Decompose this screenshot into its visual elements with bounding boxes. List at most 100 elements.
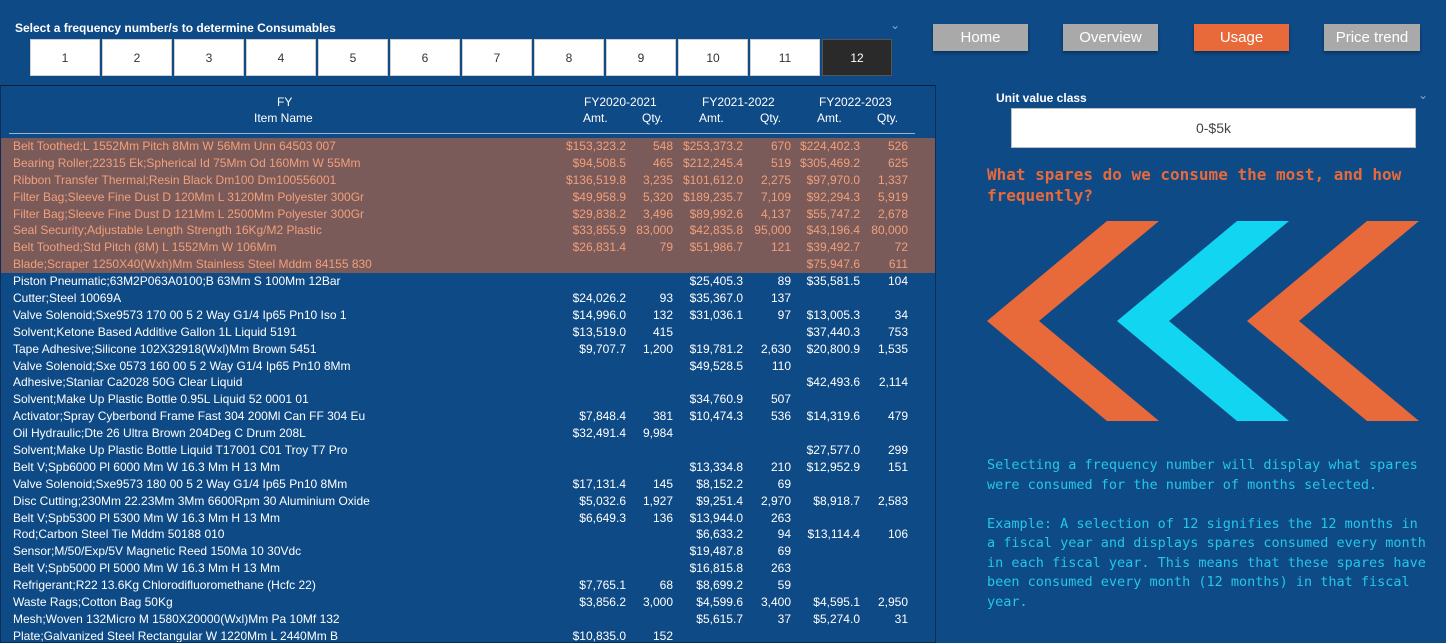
amount-cell: $20,800.9 — [806, 341, 860, 356]
frequency-option-6[interactable]: 6 — [390, 39, 460, 76]
table-row[interactable]: Seal Security;Adjustable Length Strength… — [1, 222, 935, 240]
quantity-cell: 4,137 — [760, 206, 791, 221]
quantity-cell: 753 — [887, 324, 908, 339]
table-row[interactable]: Oil Hydraulic;Dte 26 Ultra Brown 204Deg … — [1, 425, 935, 442]
amount-cell: $35,367.0 — [689, 291, 743, 306]
table-row[interactable]: Valve Solenoid;Sxe9573 180 00 5 2 Way G1… — [1, 476, 935, 493]
amount-cell: $253,373.2 — [682, 139, 743, 153]
table-row[interactable]: Activator;Spray Cyberbond Frame Fast 304… — [1, 408, 935, 425]
quantity-cell: 95,000 — [754, 223, 791, 238]
item-name-header[interactable]: Item Name — [254, 111, 313, 125]
home-button[interactable]: Home — [933, 24, 1028, 51]
frequency-option-2[interactable]: 2 — [102, 39, 172, 76]
quantity-cell: 79 — [659, 240, 673, 255]
quantity-cell: 3,235 — [642, 172, 673, 187]
table-row[interactable]: Ribbon Transfer Thermal;Resin Black Dm10… — [1, 171, 935, 189]
frequency-option-8[interactable]: 8 — [534, 39, 604, 76]
quantity-cell: 2,950 — [877, 595, 908, 610]
amount-cell: $32,491.4 — [572, 426, 626, 441]
frequency-option-4[interactable]: 4 — [246, 39, 316, 76]
table-row[interactable]: Solvent;Make Up Plastic Bottle 0.95L Liq… — [1, 391, 935, 408]
frequency-option-3[interactable]: 3 — [174, 39, 244, 76]
back-chevrons-graphic — [987, 221, 1419, 421]
frequency-option-12[interactable]: 12 — [822, 39, 892, 76]
frequency-option-5[interactable]: 5 — [318, 39, 388, 76]
item-name-cell: Filter Bag;Sleeve Fine Dust D 120Mm L 31… — [13, 189, 365, 204]
table-row[interactable]: Piston Pneumatic;63M2P063A0100;B 63Mm S … — [1, 273, 935, 290]
table-row[interactable]: Mesh;Woven 132Micro M 1580X20000(Wxl)Mm … — [1, 611, 935, 628]
table-row[interactable]: Belt V;Spb5000 Pl 5000 Mm W 16.3 Mm H 13… — [1, 560, 935, 577]
table-row[interactable]: Belt V;Spb6000 Pl 6000 Mm W 16.3 Mm H 13… — [1, 459, 935, 476]
frequency-option-7[interactable]: 7 — [462, 39, 532, 76]
table-row[interactable]: Belt Toothed;L 1552Mm Pitch 8Mm W 56Mm U… — [1, 138, 935, 155]
table-row[interactable]: Sensor;M/50/Exp/5V Magnetic Reed 150Ma 1… — [1, 543, 935, 560]
quantity-cell: 536 — [770, 409, 791, 424]
consumables-table: FY Item Name FY2020-2021 FY2021-2022 FY2… — [0, 85, 936, 643]
item-name-cell: Valve Solenoid;Sxe9573 170 00 5 2 Way G1… — [13, 307, 347, 322]
table-row[interactable]: Adhesive;Staniar Ca2028 50G Clear Liquid… — [1, 374, 935, 391]
table-row[interactable]: Filter Bag;Sleeve Fine Dust D 120Mm L 31… — [1, 188, 935, 206]
usage-button[interactable]: Usage — [1194, 24, 1289, 51]
unit-value-select[interactable]: 0-$5k — [1011, 108, 1416, 148]
amount-cell: $49,528.5 — [689, 358, 743, 373]
amt-header-1[interactable]: Amt. — [583, 111, 608, 125]
table-row[interactable]: Solvent;Ketone Based Additive Gallon 1L … — [1, 324, 935, 341]
amount-cell: $6,633.2 — [696, 527, 743, 542]
quantity-cell: 69 — [777, 544, 791, 559]
frequency-option-1[interactable]: 1 — [30, 39, 100, 76]
table-row[interactable]: Filter Bag;Sleeve Fine Dust D 121Mm L 25… — [1, 205, 935, 223]
quantity-cell: 299 — [887, 443, 908, 458]
table-row[interactable]: Cutter;Steel 10069A $24,026.2 93 $35,367.0 1… — [1, 290, 935, 307]
table-row[interactable]: Belt Toothed;Std Pitch (8M) L 1552Mm W 1… — [1, 239, 935, 257]
qty-header-2[interactable]: Qty. — [760, 111, 781, 125]
table-row[interactable]: Belt V;Spb5300 Pl 5300 Mm W 16.3 Mm H 13… — [1, 510, 935, 527]
table-row[interactable]: Refrigerant;R22 13.6Kg Chlorodifluoromet… — [1, 577, 935, 594]
table-row[interactable]: Rod;Carbon Steel Tie Mddm 50188 010 $6,63… — [1, 526, 935, 543]
amount-cell: $26,831.4 — [572, 240, 626, 255]
overview-button[interactable]: Overview — [1063, 24, 1158, 51]
amount-cell: $9,251.4 — [696, 493, 743, 508]
table-row[interactable]: Valve Solenoid;Sxe9573 170 00 5 2 Way G1… — [1, 307, 935, 324]
amt-header-2[interactable]: Amt. — [699, 111, 724, 125]
quantity-cell: 2,678 — [877, 206, 908, 221]
amount-cell: $13,944.0 — [689, 510, 743, 525]
price-trend-button[interactable]: Price trend — [1324, 24, 1420, 51]
item-name-cell: Ribbon Transfer Thermal;Resin Black Dm10… — [13, 172, 337, 187]
quantity-cell: 2,114 — [878, 375, 908, 390]
quantity-cell: 526 — [887, 139, 908, 153]
table-row[interactable]: Plate;Galvanized Steel Rectangular W 122… — [1, 628, 935, 642]
table-row[interactable]: Waste Rags;Cotton Bag 50Kg $3,856.2 3,000 $… — [1, 594, 935, 611]
amount-cell: $92,294.3 — [806, 189, 860, 204]
item-name-cell: Solvent;Make Up Plastic Bottle Liquid T1… — [13, 443, 348, 458]
quantity-cell: 59 — [777, 578, 791, 593]
table-row[interactable]: Blade;Scraper 1250X40(Wxh)Mm Stainless S… — [1, 256, 935, 274]
frequency-option-11[interactable]: 11 — [750, 39, 820, 76]
table-row[interactable]: Solvent;Make Up Plastic Bottle Liquid T1… — [1, 442, 935, 459]
table-row[interactable]: Valve Solenoid;Sxe 0573 160 00 5 2 Way G… — [1, 358, 935, 375]
fy2022-header: FY2022-2023 — [819, 95, 892, 109]
chevron-down-icon[interactable]: ⌄ — [890, 18, 900, 32]
amt-header-3[interactable]: Amt. — [817, 111, 842, 125]
amount-cell: $17,131.4 — [572, 476, 626, 491]
amount-cell: $19,781.2 — [689, 341, 743, 356]
amount-cell: $51,986.7 — [689, 240, 743, 255]
quantity-cell: 72 — [894, 240, 908, 255]
item-name-cell: Belt V;Spb5000 Pl 5000 Mm W 16.3 Mm H 13… — [13, 561, 280, 576]
frequency-option-10[interactable]: 10 — [678, 39, 748, 76]
table-row[interactable]: Tape Adhesive;Silicone 102X32918(Wxl)Mm … — [1, 341, 935, 358]
quantity-cell: 97 — [777, 307, 791, 322]
item-name-cell: Bearing Roller;22315 Ek;Spherical Id 75M… — [13, 155, 361, 170]
amount-cell: $7,848.4 — [579, 409, 626, 424]
qty-header-1[interactable]: Qty. — [642, 111, 663, 125]
fy-header[interactable]: FY — [277, 95, 292, 109]
table-row[interactable]: Disc Cutting;230Mm 22.23Mm 3Mm 6600Rpm 3… — [1, 493, 935, 510]
qty-header-3[interactable]: Qty. — [877, 111, 898, 125]
amount-cell: $29,838.2 — [572, 206, 626, 221]
quantity-cell: 110 — [771, 358, 791, 373]
frequency-option-9[interactable]: 9 — [606, 39, 676, 76]
table-row[interactable]: Bearing Roller;22315 Ek;Spherical Id 75M… — [1, 154, 935, 172]
amount-cell: $189,235.7 — [682, 189, 743, 204]
amount-cell: $16,815.8 — [689, 561, 743, 576]
quantity-cell: 137 — [770, 291, 791, 306]
chevron-down-icon[interactable]: ⌄ — [1418, 88, 1428, 102]
